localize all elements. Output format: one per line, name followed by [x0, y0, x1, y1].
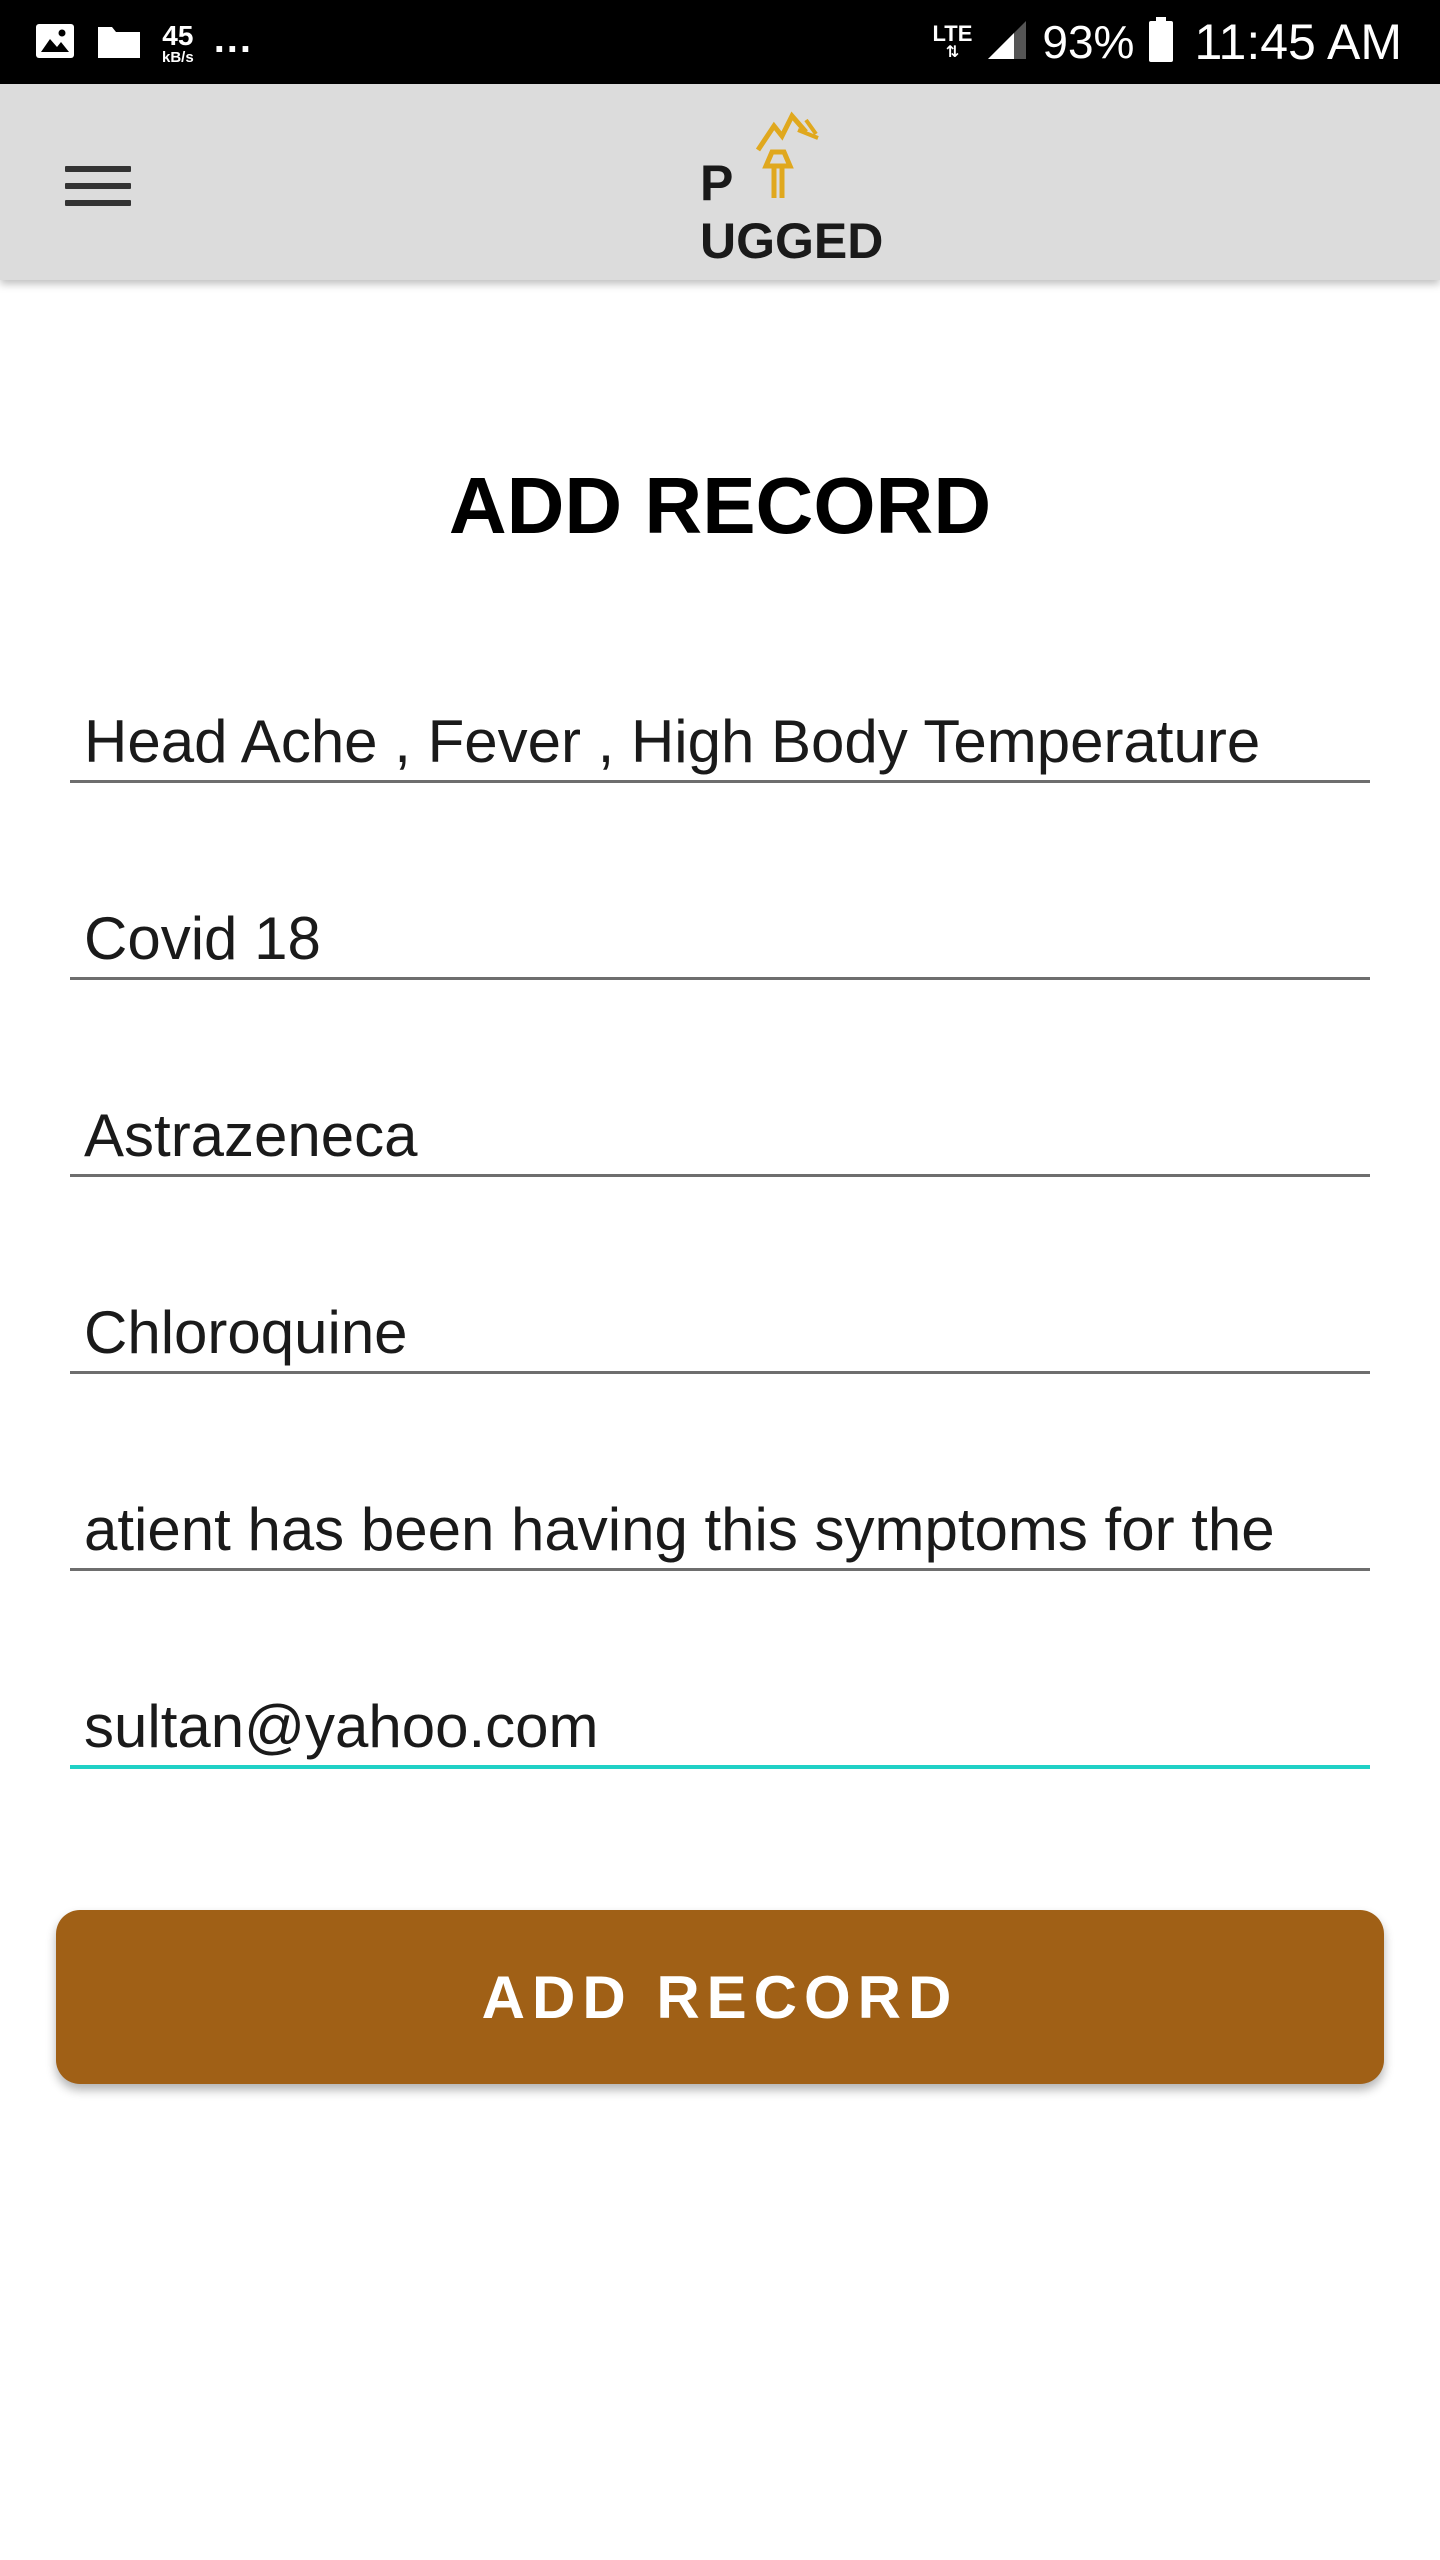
lte-indicator: LTE ⇅ [932, 23, 972, 61]
hamburger-icon-line [65, 200, 131, 206]
symptoms-input[interactable] [84, 706, 1364, 776]
app-bar: PUGGED [0, 84, 1440, 280]
folder-icon [96, 22, 142, 65]
hamburger-icon [65, 166, 131, 172]
diagnosis-input[interactable] [84, 903, 1364, 973]
email-input[interactable] [84, 1691, 1364, 1761]
medication-input[interactable] [84, 1297, 1364, 1367]
more-notifications-icon: ... [213, 17, 254, 61]
logo-text-prefix: P [700, 155, 734, 211]
status-bar: 45 kB/s ... LTE ⇅ 93% 11:45 AM [0, 0, 1440, 84]
add-record-button[interactable]: ADD RECORD [56, 1910, 1384, 2084]
battery-icon [1148, 16, 1174, 68]
network-speed-value: 45 [162, 19, 194, 51]
network-type: LTE [932, 21, 973, 46]
diagnosis-field[interactable] [70, 897, 1370, 980]
menu-button[interactable] [56, 146, 136, 226]
medication-field[interactable] [70, 1291, 1370, 1374]
data-arrows-icon: ⇅ [945, 44, 960, 61]
image-icon [34, 22, 76, 65]
symptoms-field[interactable] [70, 700, 1370, 783]
page-title: ADD RECORD [448, 461, 992, 550]
clock: 11:45 AM [1194, 14, 1402, 70]
network-speed: 45 kB/s [162, 19, 194, 66]
notes-field[interactable] [70, 1488, 1370, 1571]
network-speed-unit: kB/s [162, 48, 194, 66]
notes-input[interactable] [84, 1494, 1364, 1564]
signal-icon [986, 19, 1028, 66]
battery-percentage: 93% [1042, 16, 1135, 68]
logo-text: PUGGED [700, 154, 960, 270]
email-field[interactable] [70, 1685, 1370, 1769]
status-bar-right: LTE ⇅ 93% 11:45 AM [932, 10, 1402, 74]
logo-text-suffix: UGGED [700, 213, 884, 269]
plugged-logo: PUGGED [700, 102, 960, 269]
vaccine-field[interactable] [70, 1094, 1370, 1177]
status-bar-left: 45 kB/s ... [34, 18, 253, 68]
hamburger-icon-line [65, 183, 131, 189]
vaccine-input[interactable] [84, 1100, 1364, 1170]
